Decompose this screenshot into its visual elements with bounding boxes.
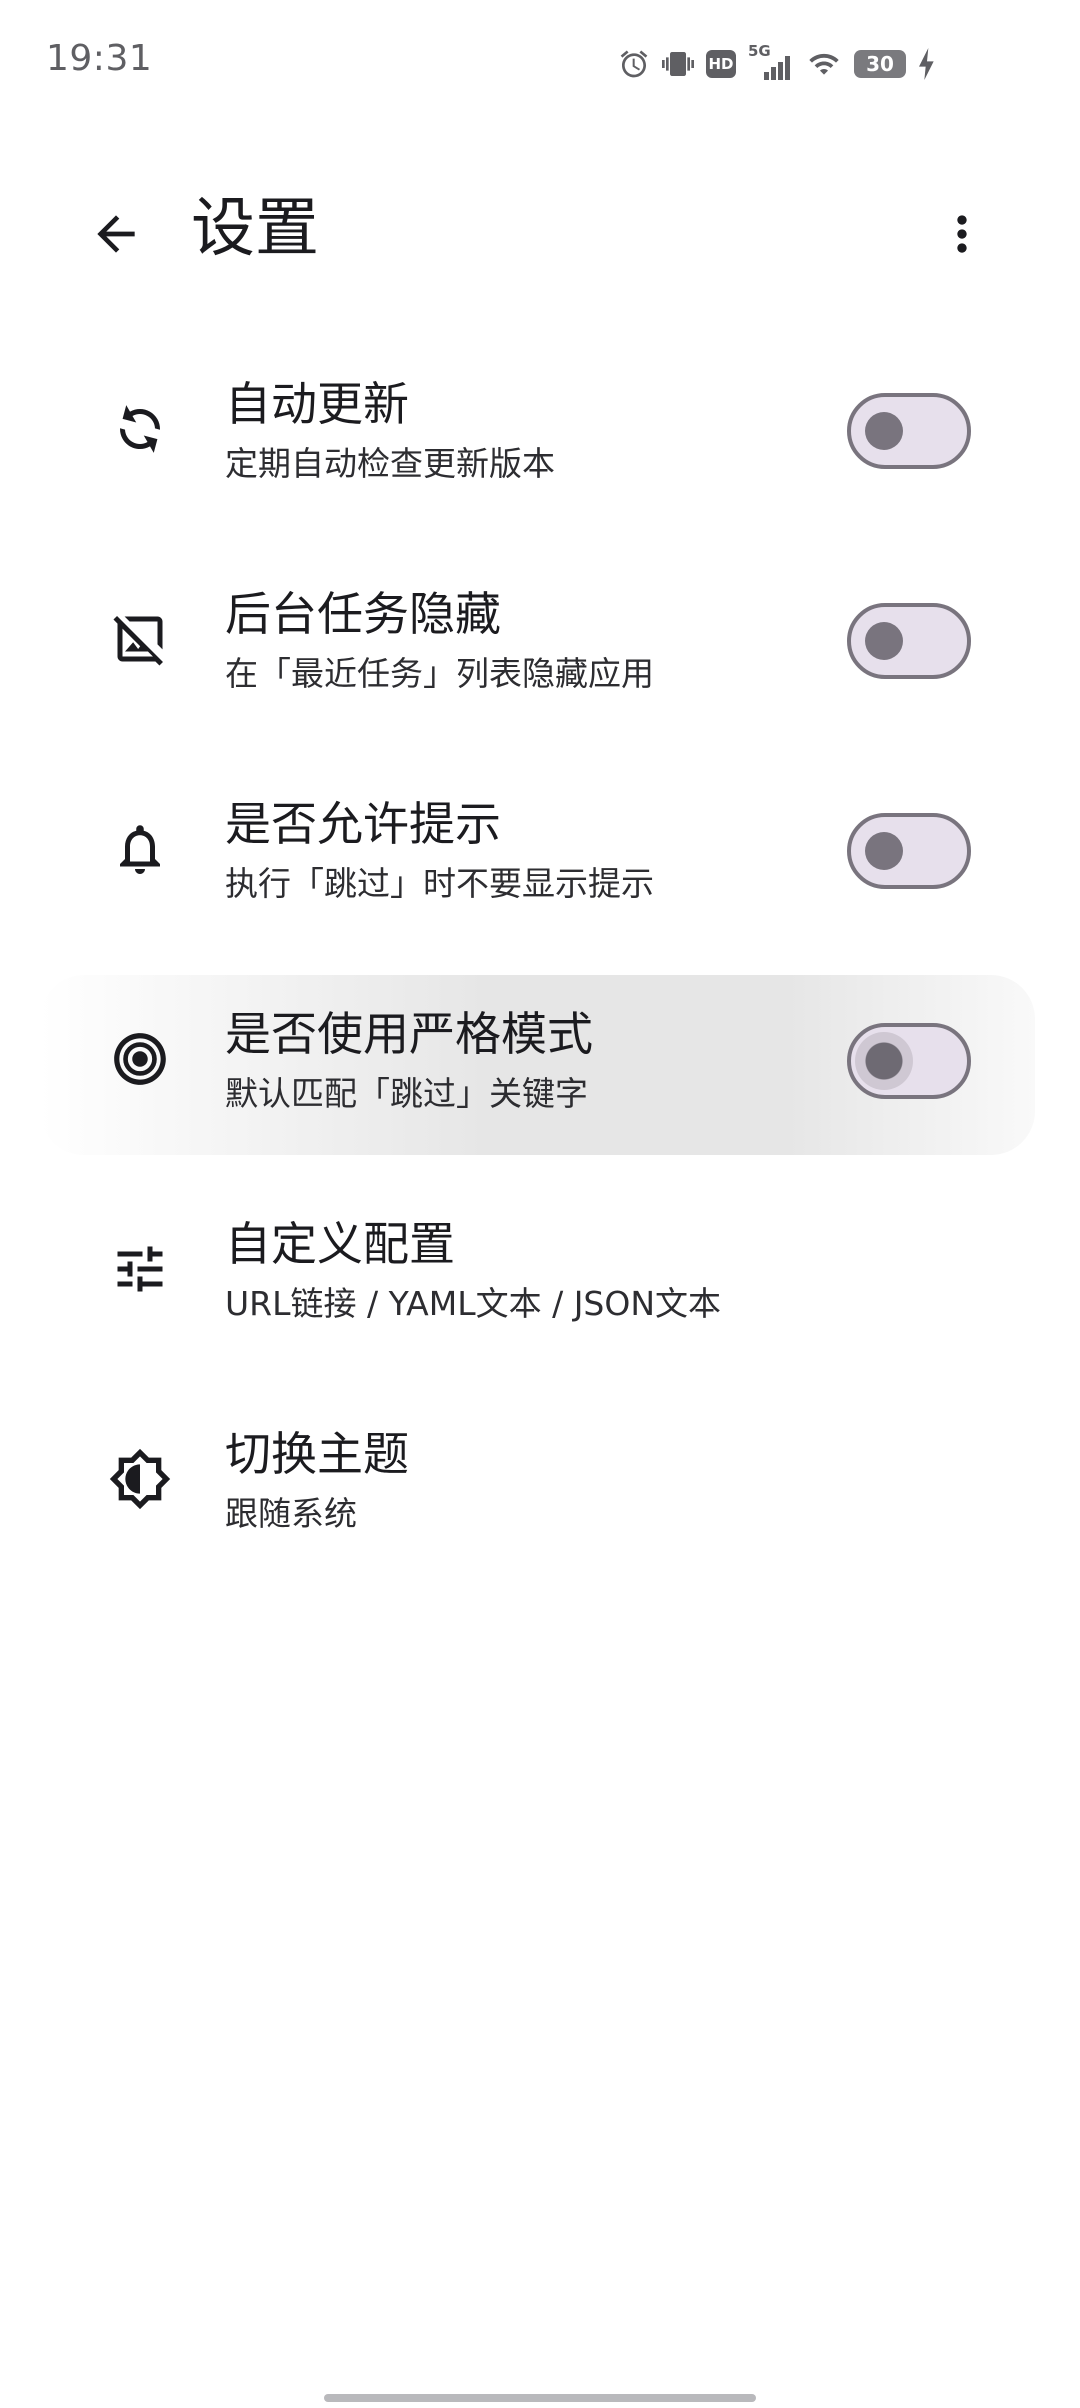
- brightness-icon: [100, 1439, 180, 1519]
- setting-text: 后台任务隐藏 在「最近任务」列表隐藏应用: [225, 585, 654, 697]
- hide-image-icon: [100, 599, 180, 679]
- toggle-thumb: [865, 412, 903, 450]
- setting-title: 自动更新: [225, 377, 409, 431]
- setting-subtitle: 在「最近任务」列表隐藏应用: [225, 654, 654, 693]
- setting-subtitle: URL链接 / YAML文本 / JSON文本: [225, 1284, 722, 1323]
- arrow-back-icon: [88, 206, 144, 266]
- back-button[interactable]: [76, 196, 156, 276]
- status-bar: 19:31 HD 5G 30: [0, 0, 1080, 126]
- vibrate-icon: [662, 48, 694, 80]
- setting-text: 自动更新 定期自动检查更新版本: [225, 375, 555, 487]
- setting-subtitle: 执行「跳过」时不要显示提示: [225, 864, 654, 903]
- setting-subtitle: 跟随系统: [225, 1494, 357, 1533]
- bell-icon: [100, 809, 180, 889]
- setting-text: 切换主题 跟随系统: [225, 1425, 409, 1537]
- wifi-icon: [806, 48, 842, 80]
- strict-mode-toggle[interactable]: [847, 1023, 971, 1099]
- setting-subtitle: 定期自动检查更新版本: [225, 444, 555, 483]
- gesture-nav-handle[interactable]: [324, 2394, 756, 2402]
- setting-auto-update[interactable]: 自动更新 定期自动检查更新版本: [0, 345, 1080, 555]
- setting-title: 是否使用严格模式: [225, 1007, 593, 1061]
- hd-icon: HD: [706, 50, 736, 78]
- page-title: 设置: [191, 192, 319, 266]
- setting-title: 后台任务隐藏: [225, 587, 501, 641]
- hide-task-toggle[interactable]: [847, 603, 971, 679]
- setting-text: 自定义配置 URL链接 / YAML文本 / JSON文本: [225, 1215, 721, 1327]
- status-icons: HD 5G 30: [618, 42, 936, 84]
- sync-icon: [100, 389, 180, 469]
- toggle-thumb: [865, 622, 903, 660]
- setting-title: 自定义配置: [225, 1217, 455, 1271]
- more-options-button[interactable]: [922, 196, 1002, 276]
- setting-text: 是否允许提示 执行「跳过」时不要显示提示: [225, 795, 654, 907]
- app-bar: 设置: [0, 170, 1080, 280]
- toggle-thumb: [855, 1032, 913, 1090]
- setting-hide-task[interactable]: 后台任务隐藏 在「最近任务」列表隐藏应用: [0, 555, 1080, 765]
- setting-strict-mode[interactable]: 是否使用严格模式 默认匹配「跳过」关键字: [0, 975, 1080, 1185]
- setting-switch-theme[interactable]: 切换主题 跟随系统: [0, 1395, 1080, 1605]
- setting-title: 是否允许提示: [225, 797, 501, 851]
- settings-list: 自动更新 定期自动检查更新版本 后台任务隐藏 在「最近任务」列表隐藏应用 是否允…: [0, 345, 1080, 1605]
- setting-custom-config[interactable]: 自定义配置 URL链接 / YAML文本 / JSON文本: [0, 1185, 1080, 1395]
- more-vert-icon: [934, 206, 990, 266]
- auto-update-toggle[interactable]: [847, 393, 971, 469]
- signal-5g-icon: 5G: [748, 42, 794, 82]
- status-time: 19:31: [46, 38, 153, 79]
- setting-text: 是否使用严格模式 默认匹配「跳过」关键字: [225, 1005, 593, 1117]
- charging-icon: [918, 48, 936, 80]
- setting-allow-hint[interactable]: 是否允许提示 执行「跳过」时不要显示提示: [0, 765, 1080, 975]
- setting-title: 切换主题: [225, 1427, 409, 1481]
- battery-icon: 30: [854, 50, 906, 78]
- battery-level: 30: [866, 52, 894, 76]
- target-icon: [100, 1019, 180, 1099]
- alarm-icon: [618, 48, 650, 80]
- tune-icon: [100, 1229, 180, 1309]
- toggle-thumb: [865, 832, 903, 870]
- allow-hint-toggle[interactable]: [847, 813, 971, 889]
- setting-subtitle: 默认匹配「跳过」关键字: [225, 1074, 588, 1113]
